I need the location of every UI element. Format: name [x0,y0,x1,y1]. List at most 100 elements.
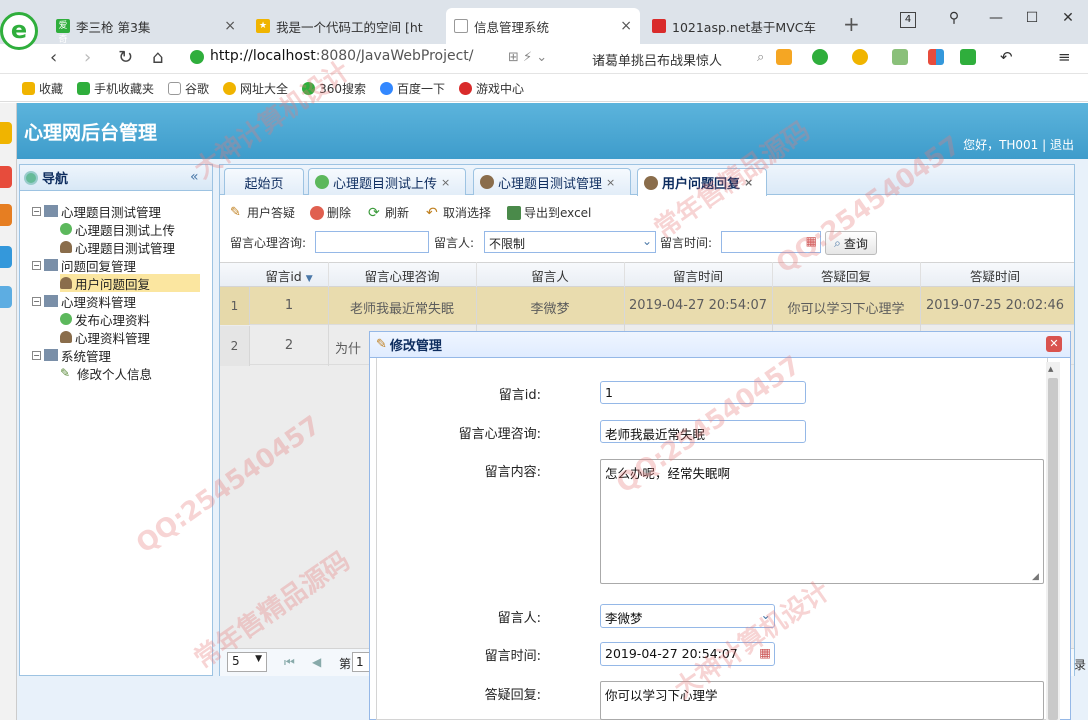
tab-test-manage[interactable]: 心理题目测试管理 × [473,168,631,195]
collapse-toggle-icon[interactable]: − [32,206,41,216]
undo-icon[interactable]: ↶ [1000,48,1013,66]
minimize-icon[interactable]: — [986,10,1006,26]
first-page-icon[interactable]: ⏮ [284,655,295,670]
column-header-consult[interactable]: 留言心理咨询 [328,266,476,285]
delete-button[interactable]: 删除 [310,204,351,221]
sidebar-star-icon[interactable] [0,122,12,144]
close-icon[interactable]: × [620,18,632,34]
close-window-icon[interactable]: ✕ [1058,10,1078,26]
collapse-icon[interactable]: « [190,169,199,185]
time-field[interactable]: 2019-04-27 20:54:07 ▦ [600,642,775,666]
tab-user-reply[interactable]: 用户问题回复 × [637,168,767,196]
tab-close-icon[interactable]: × [744,176,753,189]
close-icon[interactable]: × [224,18,236,34]
forward-icon[interactable]: › [84,47,91,68]
tab-close-icon[interactable]: × [441,176,450,189]
tree-node-publish-material[interactable]: 发布心理资料 [60,310,150,328]
search-suggestion[interactable]: 诸葛单挑吕布战果惊人 [592,50,722,69]
answer-button[interactable]: ✎ 用户答疑 [230,204,295,221]
tree-node-reply-manage[interactable]: − 问题回复管理 [32,256,136,274]
search-360-icon [302,82,316,95]
bookmark-google[interactable]: 谷歌 [168,80,209,97]
filter-consult-input[interactable] [315,231,429,253]
new-tab-button[interactable]: + [843,12,860,36]
scissors-icon[interactable] [776,49,792,65]
excel-icon [507,205,521,220]
star-icon [22,82,35,95]
reply-textarea[interactable]: 你可以学习下心理学 [600,681,1044,720]
cancel-select-button[interactable]: ↶ 取消选择 [426,204,491,221]
filter-time-input[interactable]: ▦ [721,231,821,253]
battery-icon[interactable] [960,49,976,65]
column-header-reply[interactable]: 答疑回复 [772,266,920,285]
refresh-button[interactable]: ⟳ 刷新 [368,204,409,221]
sidebar-weibo-icon[interactable] [0,204,12,226]
bookmark-sites[interactable]: 网址大全 [223,80,288,97]
page-size-select[interactable]: 5 ▼ [227,652,267,672]
grid-icon[interactable]: ⊞ ⚡ ⌄ [508,50,547,65]
user-select[interactable]: 李微梦 ⌄ [600,604,775,628]
monitor-icon [44,295,58,307]
apps-icon[interactable] [928,49,944,65]
prev-page-icon[interactable]: ◀ [312,655,321,669]
tree-node-test-upload[interactable]: 心理题目测试上传 [60,220,175,238]
sidebar-mail-icon[interactable] [0,246,12,268]
tab-close-icon[interactable]: × [606,176,615,189]
search-icon: ⌕ [834,235,841,250]
column-header-id[interactable]: 留言id ▼ [250,266,328,285]
browser-tab-4[interactable]: 1021asp.net基于MVC车 [644,8,836,44]
reload-icon[interactable]: ↻ [118,47,133,68]
scrollbar-thumb[interactable] [1048,378,1058,720]
coupon-icon[interactable] [852,49,868,65]
calendar-icon[interactable]: ▦ [759,645,771,660]
export-button[interactable]: 导出到excel [507,204,591,221]
bookmark-360[interactable]: 360搜索 [302,80,366,97]
maximize-icon[interactable]: ☐ [1022,10,1042,26]
calendar-icon[interactable]: ▦ [806,234,817,248]
user-greeting[interactable]: 您好，TH001 | 退出 [963,136,1074,153]
sidebar-app-icon[interactable] [0,166,12,188]
id-field[interactable]: 1 [600,381,806,404]
query-button[interactable]: ⌕ 查询 [825,231,877,255]
column-header-time[interactable]: 留言时间 [624,266,772,285]
url-field[interactable]: http://localhost:8080/JavaWebProject/ [210,48,474,64]
browser-tab-3-active[interactable]: 信息管理系统 × [446,8,640,44]
tab-test-upload[interactable]: 心理题目测试上传 × [308,168,466,195]
consult-field[interactable]: 老师我最近常失眠 [600,420,806,443]
tree-node-psych-test[interactable]: − 心理题目测试管理 [32,202,161,220]
tree-node-test-manage[interactable]: 心理题目测试管理 [60,238,175,256]
scroll-up-icon[interactable]: ▲ [1048,365,1053,373]
dialog-header[interactable]: ✎ 修改管理 [370,332,1070,358]
sidebar-cloud-icon[interactable] [0,286,12,308]
bookmark-mobile[interactable]: 手机收藏夹 [77,80,154,97]
collapse-toggle-icon[interactable]: − [32,350,41,360]
back-icon[interactable]: ‹ [50,47,57,68]
search-icon[interactable]: ⌕ [757,50,764,65]
tree-node-edit-profile[interactable]: ✎ 修改个人信息 [60,364,152,382]
add-icon [60,313,72,325]
resize-handle-icon[interactable]: ◢ [1032,572,1039,582]
filter-user-select[interactable]: 不限制 ⌄ [484,231,656,253]
tree-node-user-reply[interactable]: 用户问题回复 [60,274,200,292]
tab-home[interactable]: 起始页 [224,168,304,195]
bookmark-games[interactable]: 游戏中心 [458,80,524,97]
browser-tab-2[interactable]: ★ 我是一个代码工的空间 [ht [248,8,444,44]
collapse-toggle-icon[interactable]: − [32,260,41,270]
collapse-toggle-icon[interactable]: − [32,296,41,306]
shirt-icon[interactable]: ⚲ [944,10,964,26]
content-textarea[interactable]: 怎么办呢，经常失眠啊 [600,459,1044,584]
translate-icon[interactable] [812,49,828,65]
chat-icon[interactable] [892,49,908,65]
tree-node-materials[interactable]: − 心理资料管理 [32,292,136,310]
home-icon[interactable]: ⌂ [152,47,163,68]
tree-node-system[interactable]: − 系统管理 [32,346,111,364]
tree-node-material-manage[interactable]: 心理资料管理 [60,328,150,346]
bookmark-baidu[interactable]: 百度一下 [379,80,445,97]
tab-counter[interactable]: 4 [900,12,916,28]
column-header-user[interactable]: 留言人 [476,266,624,285]
browser-tab-1[interactable]: 爱奇 李三枪 第3集 × [48,8,244,45]
column-header-reply-time[interactable]: 答疑时间 [920,266,1070,285]
close-icon[interactable]: ✕ [1046,336,1062,352]
menu-icon[interactable]: ≡ [1058,48,1071,66]
bookmark-favorites[interactable]: 收藏 [22,80,63,97]
